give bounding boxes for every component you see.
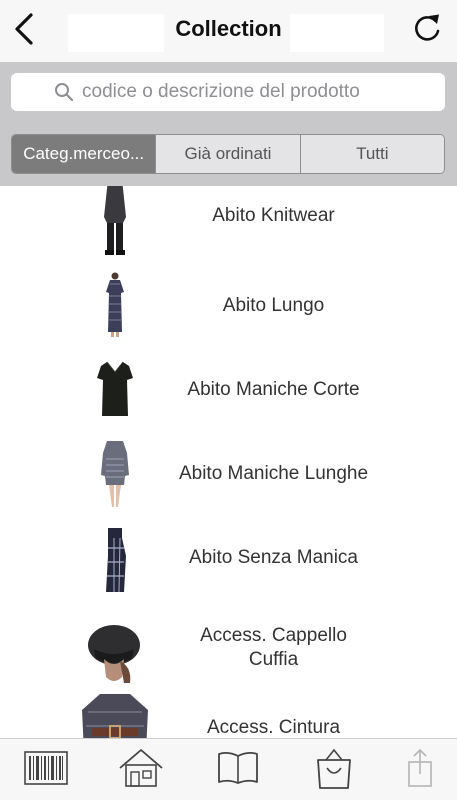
barcode-scan-button[interactable]: [22, 748, 70, 792]
product-thumbnail: [80, 186, 150, 258]
search-panel: Categ.merceo... Già ordinati Tutti: [0, 62, 457, 186]
barcode-icon: [24, 750, 68, 790]
navigation-bar: Collection: [0, 0, 457, 62]
page-title: Collection: [175, 16, 282, 41]
filter-segmented-control: Categ.merceo... Già ordinati Tutti: [11, 134, 445, 174]
share-icon: [405, 748, 435, 793]
category-list: Abito Knitwear Abito Lungo Abito Maniche…: [0, 186, 457, 738]
product-thumbnail: [80, 358, 150, 422]
category-label: Abito Maniche Corte: [187, 379, 360, 400]
home-icon: [118, 748, 164, 793]
catalog-button[interactable]: [214, 748, 262, 792]
shopping-bag-icon: [314, 746, 354, 795]
segment-category[interactable]: Categ.merceo...: [12, 135, 156, 173]
refresh-button[interactable]: [407, 10, 447, 50]
catalog-book-icon: [216, 750, 260, 791]
search-icon: [54, 82, 74, 102]
search-input[interactable]: [82, 81, 402, 103]
list-item[interactable]: Abito Knitwear: [0, 186, 457, 262]
list-item[interactable]: Access. Cintura: [0, 690, 457, 738]
category-label: Abito Lungo: [222, 295, 325, 316]
category-label: Abito Maniche Lunghe: [178, 463, 369, 484]
category-label: Abito Senza Manica: [189, 547, 358, 568]
product-thumbnail: [80, 438, 150, 510]
search-bar[interactable]: [11, 73, 445, 111]
list-item[interactable]: Access. Cappello Cuffia: [0, 600, 457, 692]
list-item[interactable]: Abito Maniche Corte: [0, 348, 457, 432]
list-item[interactable]: Abito Maniche Lunghe: [0, 432, 457, 516]
category-label: Access. Cintura: [206, 717, 341, 738]
home-button[interactable]: [117, 748, 165, 792]
segment-already-ordered[interactable]: Già ordinati: [155, 135, 300, 173]
product-thumbnail: [80, 270, 150, 340]
product-thumbnail: [80, 612, 150, 688]
bottom-toolbar: [0, 738, 457, 800]
product-thumbnail: [80, 524, 150, 596]
share-button[interactable]: [396, 748, 444, 792]
segment-all[interactable]: Tutti: [299, 135, 444, 173]
refresh-icon: [412, 12, 442, 49]
category-label: Access. Cappello Cuffia: [200, 625, 347, 670]
product-thumbnail: [80, 692, 150, 738]
list-item[interactable]: Abito Lungo: [0, 264, 457, 348]
category-label: Abito Knitwear: [212, 205, 335, 226]
cart-button[interactable]: [310, 748, 358, 792]
list-item[interactable]: Abito Senza Manica: [0, 516, 457, 600]
